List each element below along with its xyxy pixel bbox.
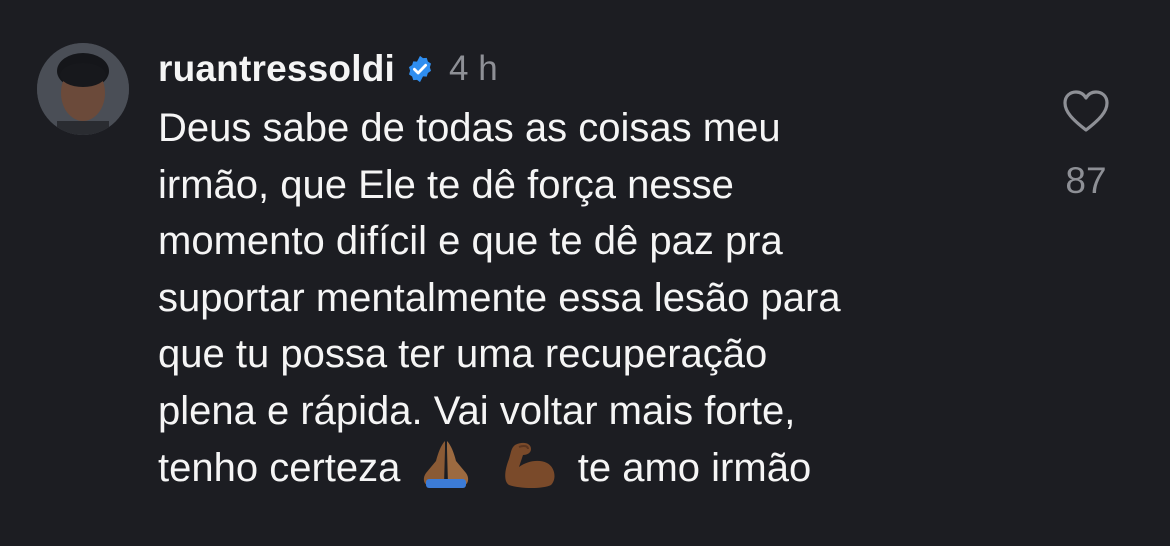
- comment-line: plena e rápida. Vai voltar mais forte,: [158, 388, 796, 433]
- comment-last-line: tenho certeza te amo irmão: [158, 439, 1038, 497]
- comment-text: Deus sabe de todas as coisas meu irmão, …: [158, 100, 1038, 497]
- comment-line: suportar mentalmente essa lesão para: [158, 275, 841, 320]
- like-section: 87: [1055, 88, 1117, 202]
- folded-hands-emoji-icon: [423, 441, 468, 488]
- timestamp: 4 h: [449, 49, 498, 88]
- comment-item: ruantressoldi 4 h Deus sabe de todas as …: [0, 0, 1170, 546]
- like-count: 87: [1065, 160, 1107, 201]
- comment-line: que tu possa ter uma recuperação: [158, 332, 768, 376]
- comment-body: ruantressoldi 4 h Deus sabe de todas as …: [158, 40, 1038, 497]
- comment-text-fragment: tenho certeza: [158, 446, 401, 490]
- verified-badge-icon: [409, 55, 431, 83]
- comment-line: irmão, que Ele te dê força nesse: [158, 162, 734, 207]
- avatar[interactable]: [37, 43, 129, 135]
- comment-line: momento difícil e que te dê paz pra: [158, 219, 783, 263]
- heart-icon[interactable]: [1061, 88, 1111, 134]
- flexed-biceps-emoji-icon: [504, 442, 555, 488]
- comment-line: Deus sabe de todas as coisas meu: [158, 106, 781, 150]
- comment-text-fragment: te amo irmão: [577, 446, 812, 490]
- comment-header: ruantressoldi 4 h: [158, 40, 1038, 98]
- username[interactable]: ruantressoldi: [158, 48, 395, 90]
